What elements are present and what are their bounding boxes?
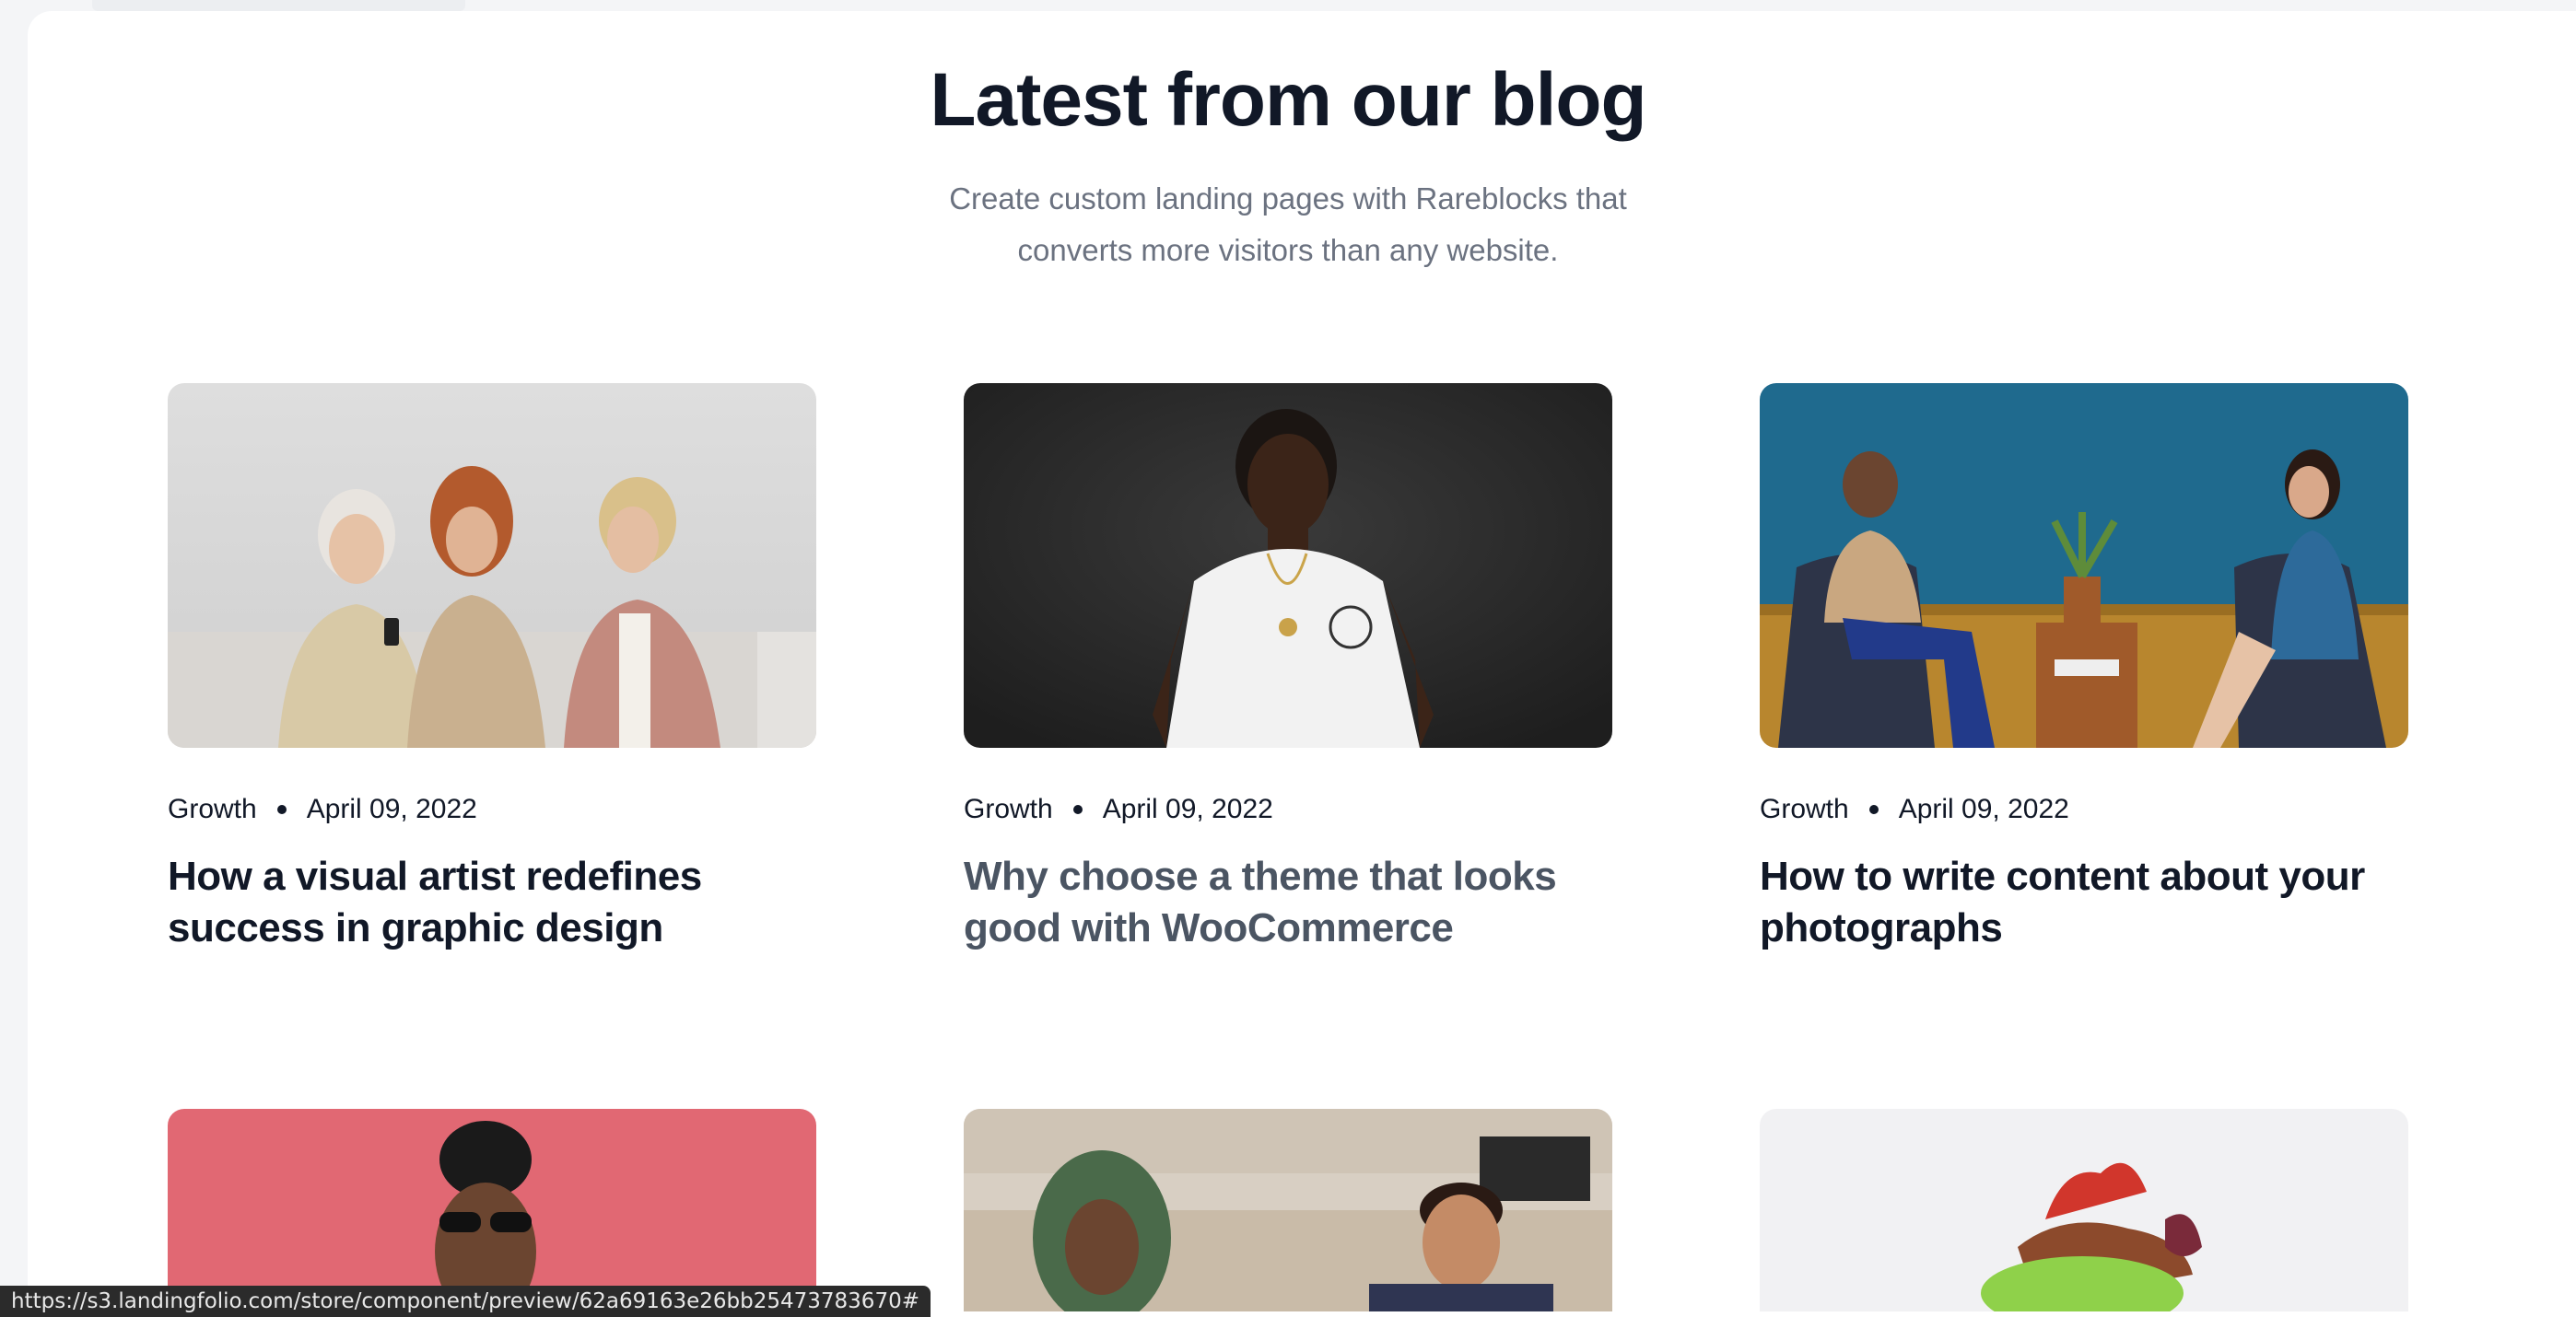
post-date: April 09, 2022 [1102, 794, 1273, 824]
meta-separator-dot [1072, 805, 1083, 814]
post-meta: Growth April 09, 2022 [964, 794, 1612, 825]
blog-post-card: Growth April 09, 2022 How to write conte… [1760, 383, 2408, 954]
post-title-link[interactable]: How to write content about your photogra… [1760, 851, 2408, 954]
post-image-dessert[interactable] [1760, 1109, 2408, 1311]
subtitle-line-2: converts more visitors than any website. [1017, 233, 1559, 267]
post-image-sunglasses[interactable] [168, 1109, 816, 1311]
post-meta: Growth April 09, 2022 [168, 794, 816, 825]
top-tab-strip [92, 0, 465, 11]
post-title-link[interactable]: How a visual artist redefines success in… [168, 851, 816, 954]
post-image-man[interactable] [964, 383, 1612, 748]
post-image-conversation[interactable] [1760, 383, 2408, 748]
two-people-chairs-illustration [1760, 383, 2408, 748]
blog-post-card: Growth April 09, 2022 How a visual artis… [168, 383, 816, 954]
post-title-line-1: Why choose a theme that looks [964, 854, 1557, 899]
post-image-colleagues[interactable] [964, 1109, 1612, 1311]
subtitle-line-1: Create custom landing pages with Rareblo… [949, 181, 1627, 216]
blog-post-card [168, 1109, 816, 1311]
post-title-line-2: photographs [1760, 905, 2003, 950]
post-category[interactable]: Growth [964, 794, 1053, 825]
page-title: Latest from our blog [930, 58, 1646, 142]
post-title-line-1: How a visual artist redefines [168, 854, 702, 899]
colleagues-illustration [964, 1109, 1612, 1311]
post-title-link[interactable]: Why choose a theme that looks good with … [964, 851, 1612, 954]
woman-sunglasses-illustration [168, 1109, 816, 1311]
dessert-illustration [1760, 1109, 2408, 1311]
page-subtitle: Create custom landing pages with Rareblo… [919, 173, 1657, 276]
blog-section: Latest from our blog Create custom landi… [28, 11, 2576, 1317]
meta-separator-dot [1868, 805, 1879, 814]
post-date: April 09, 2022 [1898, 794, 2069, 824]
post-category[interactable]: Growth [1760, 794, 1849, 825]
meta-separator-dot [276, 805, 287, 814]
blog-post-card: Growth April 09, 2022 Why choose a theme… [964, 383, 1612, 954]
blog-post-card [1760, 1109, 2408, 1311]
post-title-line-2: good with WooCommerce [964, 905, 1454, 950]
post-image-women[interactable] [168, 383, 816, 748]
blog-post-card [964, 1109, 1612, 1311]
post-title-line-1: How to write content about your [1760, 854, 2365, 899]
post-meta: Growth April 09, 2022 [1760, 794, 2408, 825]
man-in-tshirt-illustration [964, 383, 1612, 748]
post-category[interactable]: Growth [168, 794, 257, 825]
women-on-sofa-illustration [168, 383, 816, 748]
post-date: April 09, 2022 [306, 794, 477, 824]
post-title-line-2: success in graphic design [168, 905, 663, 950]
browser-status-bar-url: https://s3.landingfolio.com/store/compon… [0, 1286, 931, 1317]
